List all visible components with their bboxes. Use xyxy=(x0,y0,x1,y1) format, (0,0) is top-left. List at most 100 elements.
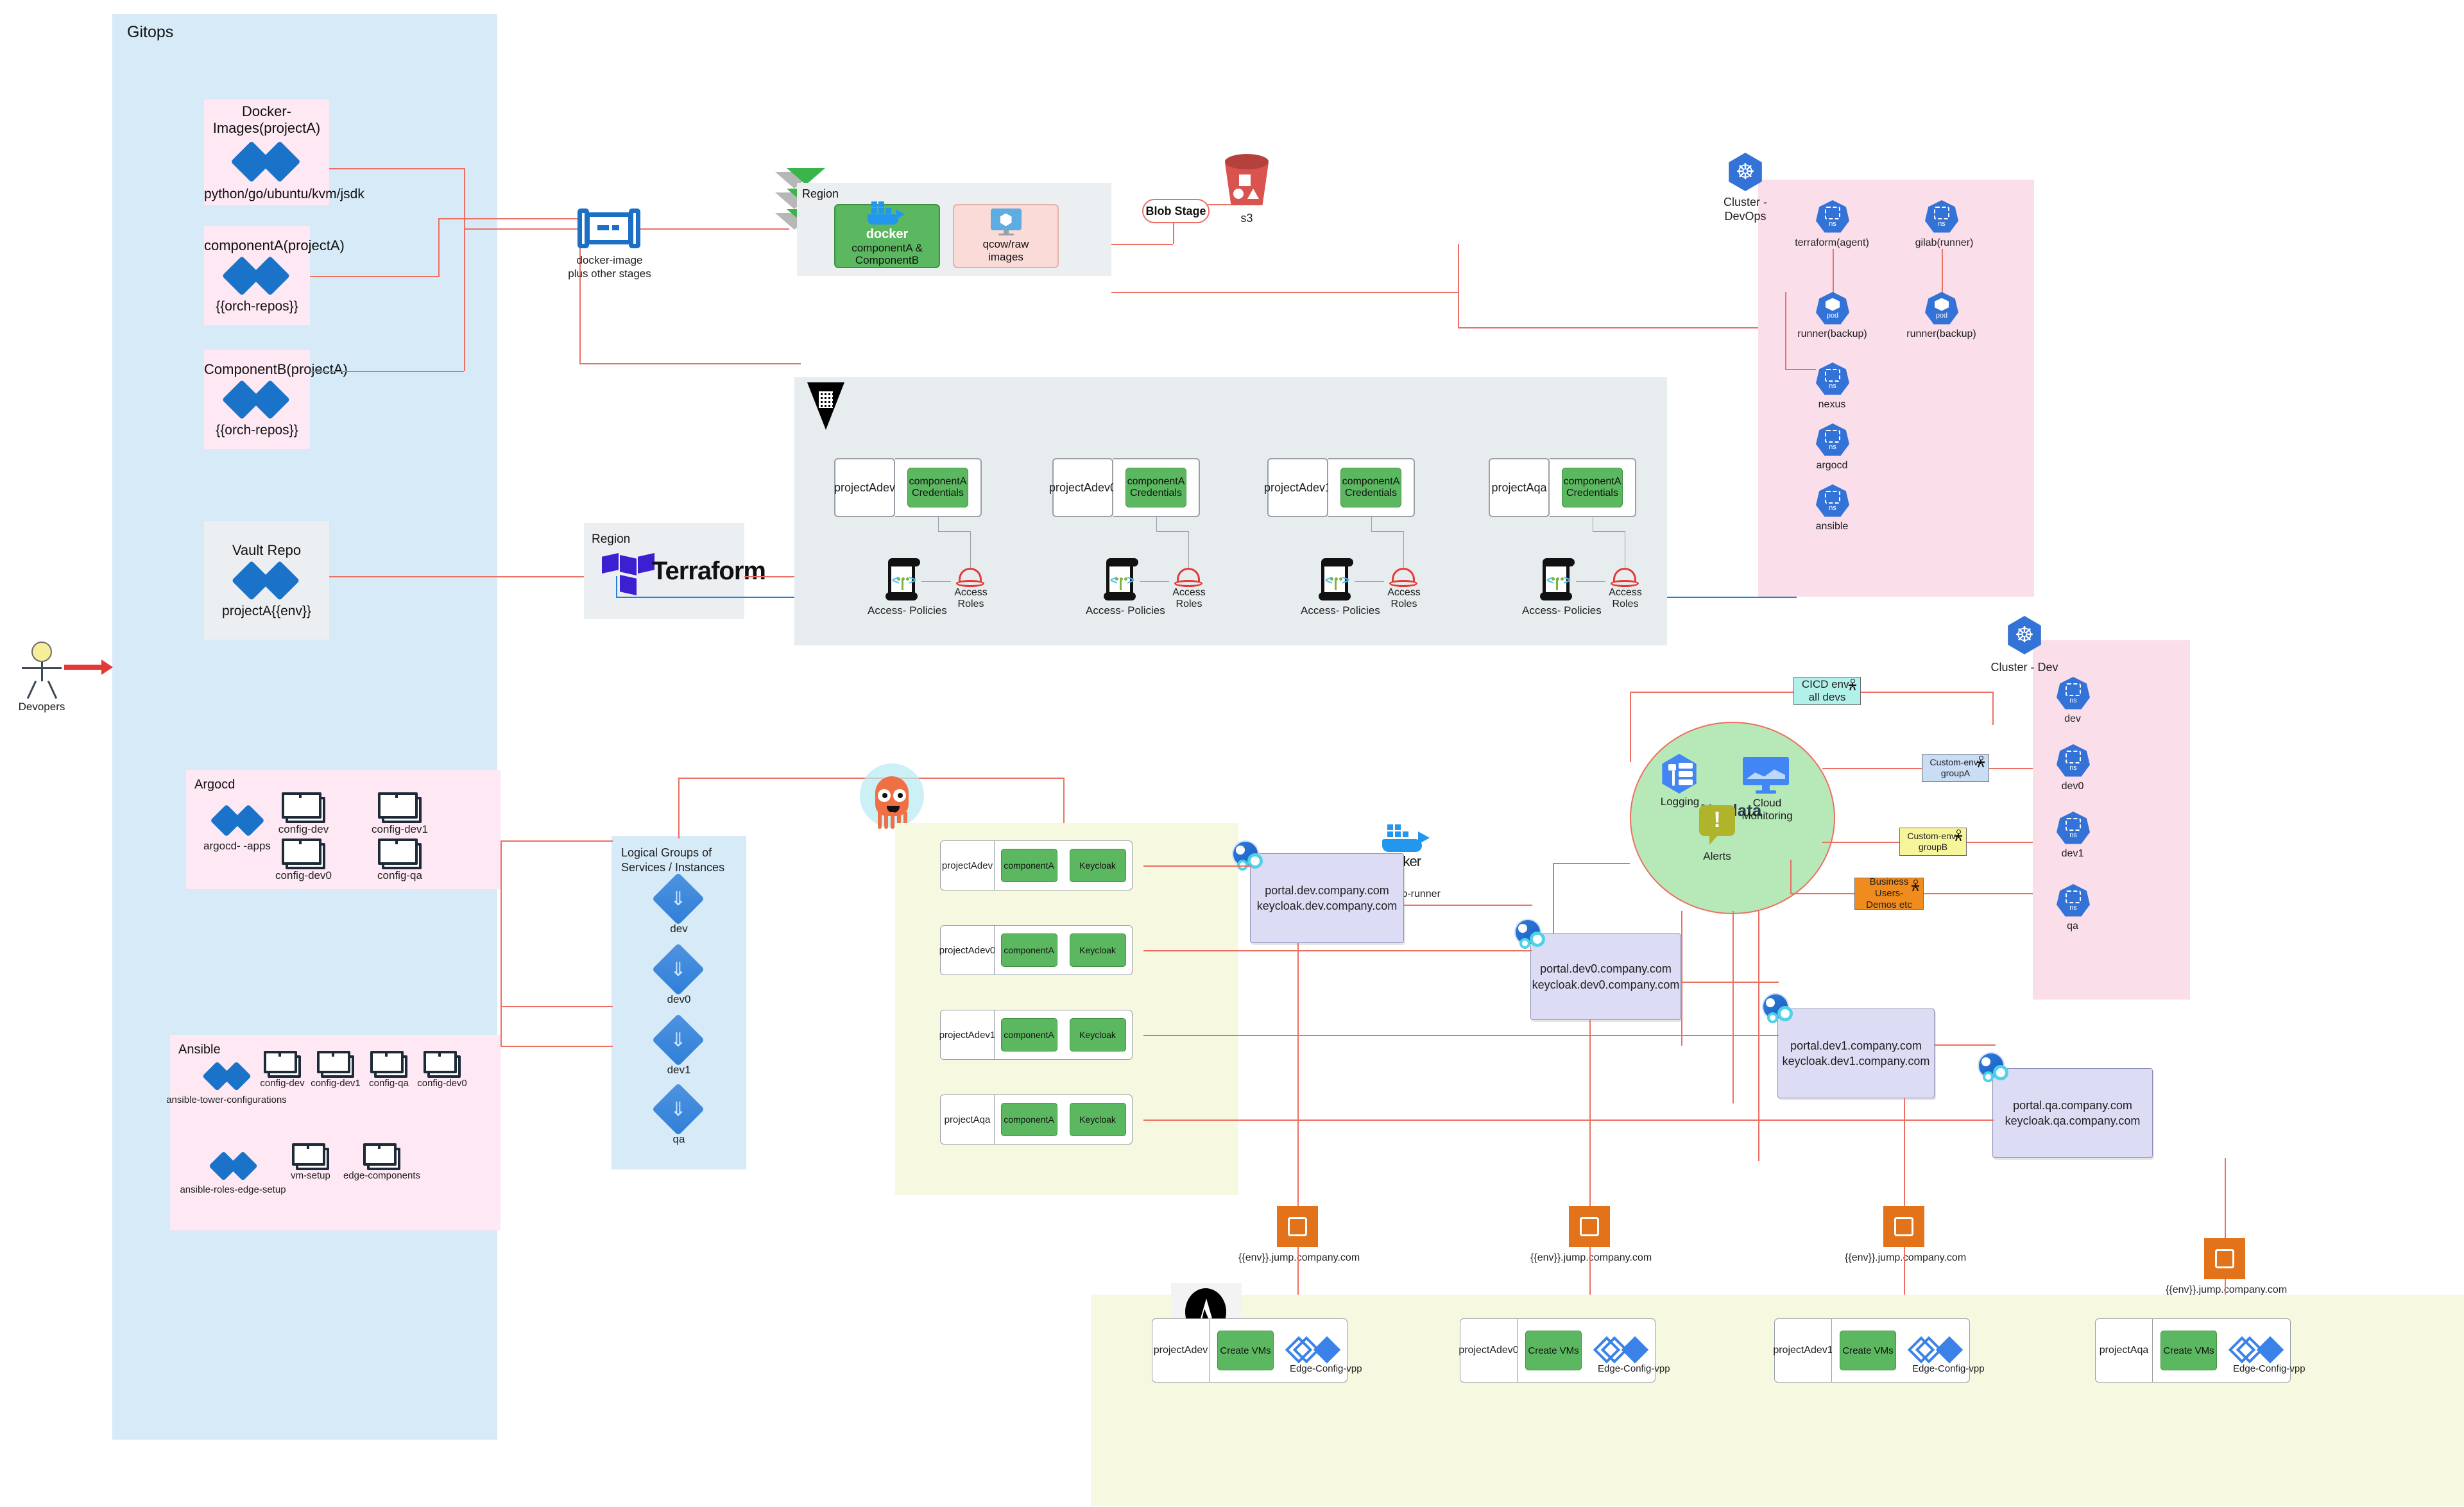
wire xyxy=(1758,911,1759,1161)
service-row-2[interactable]: projectAdev1 componentA Keycloak xyxy=(939,1010,1133,1060)
portal-box-dev[interactable]: portal.dev.company.com keycloak.dev.comp… xyxy=(1250,853,1404,943)
docker-registry-tile[interactable]: docker componentA & ComponentB xyxy=(834,201,940,268)
wire xyxy=(1733,911,1734,1103)
service-row-1[interactable]: projectAdev0 componentA Keycloak xyxy=(939,925,1133,975)
wire xyxy=(501,1046,613,1047)
ansible-folder-0[interactable]: config-dev xyxy=(257,1051,308,1089)
repo-card-componentb[interactable]: ComponentB(projectA) {{orch-repos}} xyxy=(204,350,348,449)
audience-cicd-env[interactable]: CICD env- all devs xyxy=(1793,677,1861,705)
service-row-0[interactable]: projectAdev componentA Keycloak xyxy=(940,840,1133,890)
portal-box-dev1[interactable]: portal.dev1.company.com keycloak.dev1.co… xyxy=(1777,1009,1935,1098)
access-roles-icon[interactable] xyxy=(1389,568,1417,587)
argocd-folder-3[interactable]: config-qa xyxy=(371,839,429,882)
wire xyxy=(640,228,789,230)
ansible-folder-4[interactable]: vm-setup xyxy=(282,1143,339,1181)
vm-image-icon xyxy=(990,209,1022,236)
argocd-repo-label: argocd- -apps xyxy=(203,840,271,852)
cluster-dev-node-label: dev0 xyxy=(2061,781,2084,792)
s3-bucket-icon[interactable] xyxy=(1222,154,1271,210)
vm-edge-label: Edge-Config-vpp xyxy=(2233,1363,2306,1374)
jump-host-3[interactable] xyxy=(2204,1238,2245,1279)
pipeline-icon[interactable] xyxy=(578,209,640,248)
blob-stage-chip[interactable]: Blob Stage xyxy=(1142,199,1210,223)
wire xyxy=(329,168,464,169)
credential-group-2[interactable]: projectAdev1 componentA Credentials xyxy=(1264,458,1415,517)
image-registry-tile[interactable]: qcow/raw images xyxy=(953,204,1059,268)
portal-box-dev0[interactable]: portal.dev0.company.com keycloak.dev0.co… xyxy=(1530,933,1681,1020)
docker-wordmark: docker xyxy=(866,226,909,241)
credential-project: projectAdev0 xyxy=(1049,458,1116,517)
stick-figure-icon xyxy=(1976,756,1985,768)
folder-icon xyxy=(363,1143,400,1170)
credential-tile: componentA Credentials xyxy=(1562,468,1623,507)
ansible-folder-3[interactable]: config-dev0 xyxy=(416,1051,468,1089)
audience-custom-env-group-b[interactable]: Custom-env-groupB xyxy=(1899,828,1967,856)
logical-group-label: qa xyxy=(672,1133,685,1145)
access-policies-icon[interactable]: < > xyxy=(1539,558,1576,600)
ansible-folder-5[interactable]: edge-components xyxy=(343,1143,420,1181)
ansible-roles-repo[interactable]: ansible-roles-edge-setup xyxy=(172,1142,294,1206)
repo-card-docker-images[interactable]: Docker-Images(projectA) python/go/ubuntu… xyxy=(204,99,364,205)
wire xyxy=(1063,778,1065,829)
ansible-folder-1[interactable]: config-dev1 xyxy=(310,1051,361,1089)
jump-host-1[interactable] xyxy=(1569,1206,1610,1247)
credential-group-0[interactable]: projectAdev componentA Credentials xyxy=(834,458,982,517)
server-chip-icon xyxy=(2215,1249,2234,1268)
folder-label: vm-setup xyxy=(291,1170,330,1181)
argocd-folder-2[interactable]: config-dev0 xyxy=(275,839,332,882)
jump-host-2[interactable] xyxy=(1883,1206,1924,1247)
repo-card-componenta[interactable]: componentA(projectA) {{orch-repos}} xyxy=(204,226,345,325)
service-row-3[interactable]: projectAqa componentA Keycloak xyxy=(940,1094,1133,1145)
wire xyxy=(329,576,584,577)
cluster-node-label: argocd xyxy=(1816,460,1848,471)
group-arrow-icon: ⇓ xyxy=(670,1098,687,1120)
argocd-folder-0[interactable]: config-dev xyxy=(275,792,332,836)
audience-custom-env-group-a[interactable]: Custom-env-groupA xyxy=(1922,754,1989,782)
audience-business-users[interactable]: Business Users- Demos etc xyxy=(1854,876,1924,910)
vm-action: Create VMs xyxy=(1525,1331,1582,1370)
access-policies-icon[interactable]: < > xyxy=(1317,558,1355,600)
wire xyxy=(1833,249,1834,294)
wire xyxy=(1297,943,1299,1206)
credential-group-1[interactable]: projectAdev0 componentA Credentials xyxy=(1049,458,1200,517)
access-roles-icon[interactable] xyxy=(1611,568,1639,587)
wire xyxy=(1822,768,1922,769)
folder-icon xyxy=(282,792,325,823)
wire xyxy=(1935,1044,1996,1046)
access-policies-icon[interactable]: < > xyxy=(884,558,921,600)
terraform-wordmark: Terraform xyxy=(652,557,766,585)
cluster-dev-node-label: qa xyxy=(2067,921,2078,932)
access-roles-icon[interactable] xyxy=(956,568,984,587)
vm-project: projectAdev1 xyxy=(1773,1318,1833,1383)
jump-host-0[interactable] xyxy=(1277,1206,1318,1247)
access-policies-icon[interactable]: < > xyxy=(1102,558,1140,600)
ansible-folder-2[interactable]: config-qa xyxy=(363,1051,415,1089)
wire xyxy=(1785,369,1816,370)
ansible-tower-repo-label: ansible-tower-configurations xyxy=(166,1094,287,1105)
repo-title: componentA(projectA) xyxy=(204,237,345,253)
portal-box-qa[interactable]: portal.qa.company.com keycloak.qa.compan… xyxy=(1992,1068,2153,1158)
service-component: componentA xyxy=(1000,933,1057,967)
access-roles-icon[interactable] xyxy=(1174,568,1202,587)
access-policies-label: Access- Policies xyxy=(1301,604,1380,617)
credential-tile: componentA Credentials xyxy=(1125,468,1186,507)
wire xyxy=(1593,531,1625,532)
logical-group-label: dev xyxy=(670,923,688,935)
wire xyxy=(1861,692,1992,693)
wire xyxy=(1576,581,1605,582)
credential-group-3[interactable]: projectAqa componentA Credentials xyxy=(1489,458,1636,517)
wire-blue xyxy=(616,597,744,598)
service-auth: Keycloak xyxy=(1069,1103,1126,1136)
wire xyxy=(1156,517,1157,531)
image-tile-label-1: qcow/raw xyxy=(982,238,1029,251)
argocd-folder-1[interactable]: config-dev1 xyxy=(371,792,429,836)
repo-card-vault[interactable]: Vault Repo projectA{{env}} xyxy=(204,521,329,640)
wire xyxy=(1143,865,1251,867)
terraform-region-label: Region xyxy=(592,532,631,546)
argocd-repo[interactable]: argocd- -apps xyxy=(200,797,274,862)
wire xyxy=(310,276,438,277)
wire xyxy=(1371,531,1403,532)
folder-icon xyxy=(424,1051,461,1078)
credential-project: projectAqa xyxy=(1489,458,1550,517)
wire xyxy=(1553,863,1630,864)
